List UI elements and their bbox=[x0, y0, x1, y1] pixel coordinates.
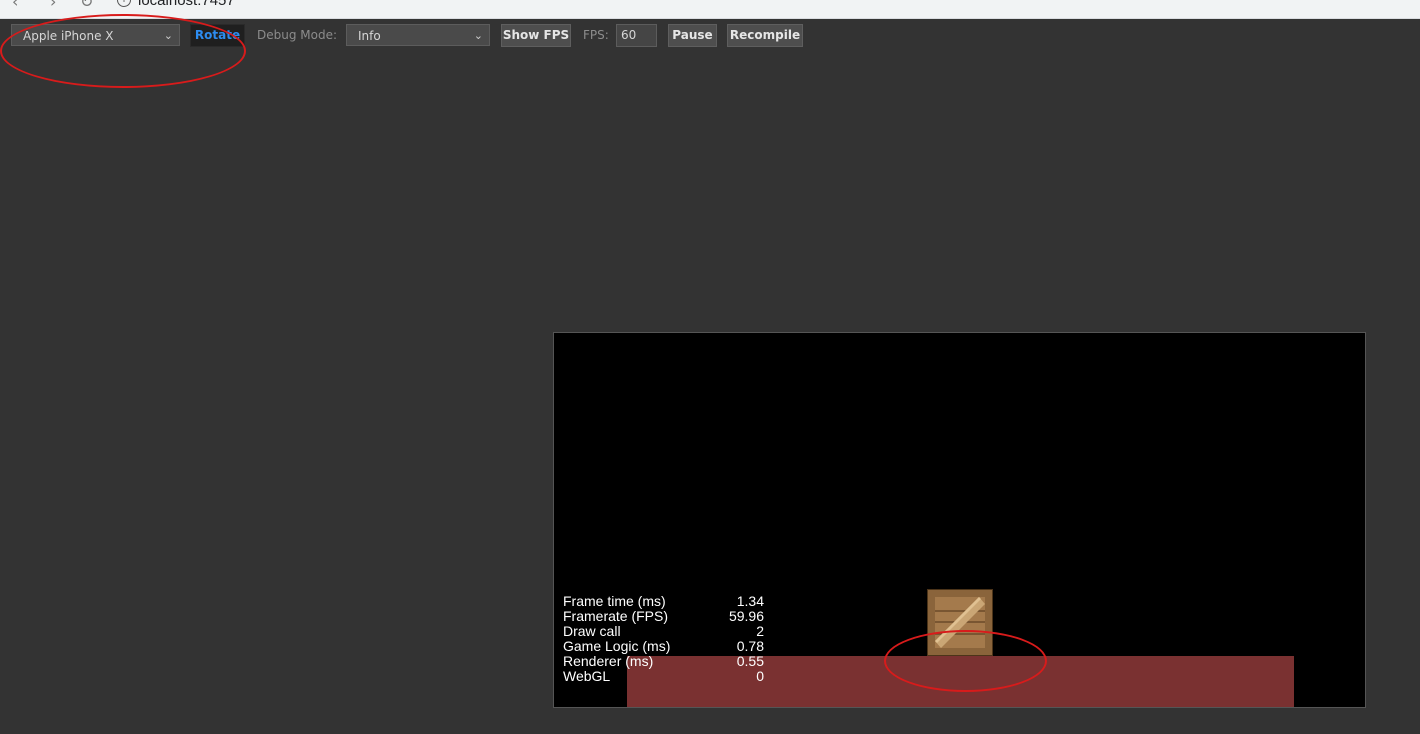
stat-label: Renderer (ms) bbox=[563, 653, 654, 669]
info-icon[interactable]: i bbox=[117, 0, 131, 7]
debug-stats-panel: Frame time (ms) 1.34 Framerate (FPS) 59.… bbox=[563, 594, 768, 684]
preview-toolbar: Apple iPhone X ⌄ Rotate Debug Mode: Info… bbox=[0, 24, 1420, 50]
debug-mode-select-value: Info bbox=[358, 29, 381, 43]
stat-row-game-logic: Game Logic (ms) 0.78 bbox=[563, 639, 768, 654]
device-select-value: Apple iPhone X bbox=[23, 29, 114, 43]
chevron-down-icon: ⌄ bbox=[473, 29, 483, 42]
stat-value: 0.78 bbox=[736, 638, 764, 654]
stat-value: 1.34 bbox=[736, 593, 764, 609]
reload-icon[interactable]: ↻ bbox=[80, 0, 93, 10]
stat-value: 0.55 bbox=[736, 653, 764, 669]
debug-mode-select[interactable]: Info ⌄ bbox=[346, 24, 490, 46]
stat-row-renderer: Renderer (ms) 0.55 bbox=[563, 654, 768, 669]
show-fps-button[interactable]: Show FPS bbox=[501, 24, 571, 47]
rotate-button[interactable]: Rotate bbox=[190, 24, 245, 47]
device-select[interactable]: Apple iPhone X ⌄ bbox=[11, 24, 180, 46]
stat-value: 0 bbox=[756, 668, 764, 684]
fps-label: FPS: bbox=[583, 28, 609, 42]
browser-bar: ‹ › ↻ i localhost:7457 bbox=[0, 0, 1420, 19]
stat-label: WebGL bbox=[563, 668, 611, 684]
stat-row-webgl: WebGL 0 bbox=[563, 669, 768, 684]
stat-value: 2 bbox=[756, 623, 764, 639]
stat-row-framerate: Framerate (FPS) 59.96 bbox=[563, 609, 768, 624]
pause-button[interactable]: Pause bbox=[668, 24, 717, 47]
stat-label: Draw call bbox=[563, 623, 621, 639]
recompile-button[interactable]: Recompile bbox=[727, 24, 803, 47]
stat-label: Framerate (FPS) bbox=[563, 608, 669, 624]
back-icon[interactable]: ‹ bbox=[12, 0, 18, 10]
stat-row-frame-time: Frame time (ms) 1.34 bbox=[563, 594, 768, 609]
stat-label: Game Logic (ms) bbox=[563, 638, 671, 654]
debug-mode-label: Debug Mode: bbox=[257, 28, 338, 42]
game-canvas[interactable]: Frame time (ms) 1.34 Framerate (FPS) 59.… bbox=[553, 332, 1366, 708]
forward-icon[interactable]: › bbox=[50, 0, 56, 10]
stat-row-draw-call: Draw call 2 bbox=[563, 624, 768, 639]
fps-input[interactable]: 60 bbox=[616, 24, 657, 47]
address-bar-url[interactable]: localhost:7457 bbox=[138, 0, 235, 10]
stat-value: 59.96 bbox=[728, 608, 764, 624]
chevron-down-icon: ⌄ bbox=[163, 29, 173, 42]
stat-label: Frame time (ms) bbox=[563, 593, 666, 609]
wooden-crate bbox=[927, 589, 993, 656]
